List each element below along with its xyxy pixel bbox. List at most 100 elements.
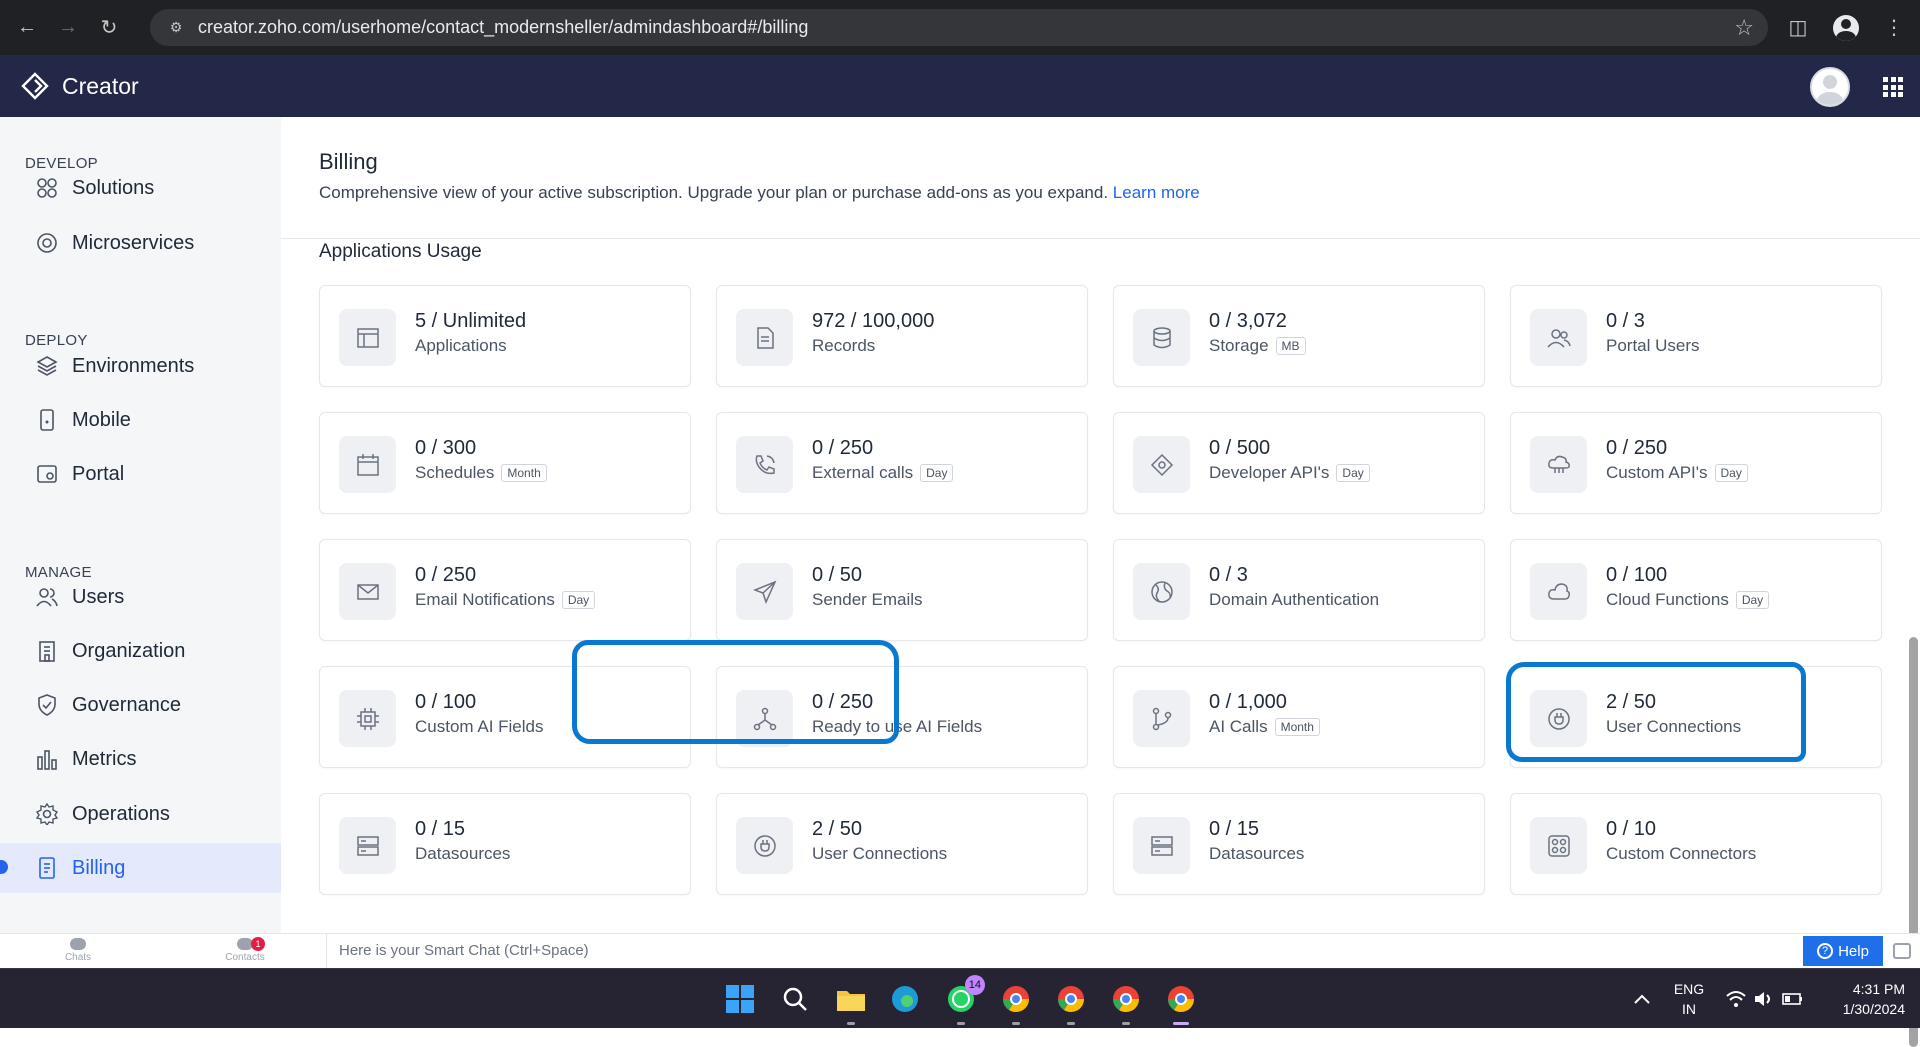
usage-label: External calls [812, 463, 914, 482]
language-indicator[interactable]: ENG IN [1672, 979, 1706, 1019]
billing-icon [36, 857, 58, 879]
usage-label: Storage [1209, 336, 1269, 355]
usage-value: 0 / 3 [1606, 310, 1645, 332]
usage-value: 0 / 100 [415, 691, 477, 713]
usage-label: Records [812, 336, 876, 355]
usage-value: 0 / 250 [812, 437, 874, 459]
section-title: Applications Usage [319, 241, 482, 262]
learn-more-link[interactable]: Learn more [1113, 183, 1200, 202]
portal-icon [36, 463, 58, 485]
usage-card-custom-api-s: 0 / 250 Custom API's Day [1510, 412, 1882, 514]
smart-chat-input[interactable]: Here is your Smart Chat (Ctrl+Space) [326, 934, 1802, 968]
creator-logo[interactable]: Creator [20, 71, 139, 101]
period-tag: MB [1275, 337, 1306, 355]
url-text[interactable]: creator.zoho.com/userhome/contact_modern… [198, 17, 808, 38]
usage-label: Portal Users [1606, 336, 1700, 355]
sidebar-item-users[interactable]: Users [0, 572, 281, 622]
notes-icon[interactable] [1893, 943, 1911, 959]
solutions-icon [36, 177, 58, 199]
edge-icon[interactable] [887, 981, 923, 1017]
battery-icon[interactable] [1775, 981, 1811, 1017]
sidebar-item-environments[interactable]: Environments [0, 341, 281, 391]
usage-label: Developer API's [1209, 463, 1330, 482]
sidebar-item-portal[interactable]: Portal [0, 449, 281, 499]
chrome-icon[interactable] [1163, 981, 1199, 1025]
page-title: Billing [319, 149, 378, 174]
sidebar-item-label: Environments [72, 354, 195, 377]
bookmark-star-icon[interactable]: ☆ [1734, 15, 1754, 41]
sidebar-item-billing[interactable]: Billing [0, 843, 281, 893]
organization-icon [36, 640, 58, 662]
address-bar[interactable]: ⚙ creator.zoho.com/userhome/contact_mode… [150, 9, 1768, 46]
usage-label-row: Custom Connectors [1606, 844, 1756, 864]
whatsapp-icon[interactable]: 14 [943, 975, 985, 1025]
usage-value: 0 / 15 [1209, 818, 1260, 840]
sidebar-item-metrics[interactable]: Metrics [0, 734, 281, 784]
mail-icon [339, 563, 396, 620]
connectors-icon [1530, 817, 1587, 874]
usage-label: Applications [415, 336, 507, 355]
usage-value: 0 / 500 [1209, 437, 1271, 459]
site-info-icon[interactable]: ⚙ [166, 18, 186, 38]
sidebar-item-label: Operations [72, 802, 170, 825]
period-tag: Day [1336, 464, 1370, 482]
chrome-icon[interactable] [1053, 981, 1089, 1025]
sidebar-item-governance[interactable]: Governance [0, 680, 281, 730]
usage-label-row: AI Calls Month [1209, 717, 1320, 737]
app-header: Creator [0, 55, 1920, 117]
period-tag: Day [561, 591, 596, 609]
system-clock[interactable]: 4:31 PM 1/30/2024 [1825, 979, 1905, 1019]
user-avatar[interactable] [1810, 67, 1850, 107]
usage-value: 2 / 50 [812, 818, 863, 840]
usage-value: 5 / Unlimited [415, 310, 527, 332]
file-explorer-icon[interactable] [833, 981, 869, 1025]
period-tag: Month [501, 464, 547, 482]
chrome-icon[interactable] [998, 981, 1034, 1025]
sidebar-item-operations[interactable]: Operations [0, 789, 281, 839]
sidebar-item-organization[interactable]: Organization [0, 626, 281, 676]
usage-label: Email Notifications [415, 590, 555, 609]
usage-value: 0 / 250 [415, 564, 477, 586]
period-tag: Day [1714, 464, 1748, 482]
back-icon[interactable]: ← [13, 14, 41, 42]
reload-icon[interactable]: ↻ [95, 14, 123, 42]
sidebar-item-microservices[interactable]: Microservices [0, 218, 281, 268]
contacts-badge: 1 [251, 937, 265, 951]
governance-icon [36, 694, 58, 716]
chrome-icon[interactable] [1108, 981, 1144, 1025]
app-switcher-icon[interactable] [1883, 77, 1903, 97]
usage-label: Cloud Functions [1606, 590, 1729, 609]
usage-card-datasources: 0 / 15 Datasources [1113, 793, 1485, 895]
forward-icon[interactable]: → [54, 14, 82, 42]
storage-icon [1133, 309, 1190, 366]
sidebar-item-solutions[interactable]: Solutions [0, 163, 281, 213]
profile-icon[interactable] [1832, 14, 1860, 42]
search-icon[interactable] [777, 981, 813, 1017]
usage-card-ai-calls: 0 / 1,000 AI Calls Month [1113, 666, 1485, 768]
usage-card-domain-authentication: 0 / 3 Domain Authentication [1113, 539, 1485, 641]
divider [281, 238, 1920, 239]
contacts-label: Contacts [225, 952, 265, 963]
sidebar-item-mobile[interactable]: Mobile [0, 395, 281, 445]
help-icon: ? [1817, 943, 1834, 959]
usage-label-row: Cloud Functions Day [1606, 590, 1770, 610]
sidebar-item-label: Organization [72, 639, 186, 662]
chats-icon [70, 938, 86, 950]
chats-tab[interactable]: Chats [48, 938, 108, 963]
chrome-menu-icon[interactable]: ⋮ [1880, 14, 1908, 42]
help-button[interactable]: ? Help [1803, 936, 1883, 966]
contacts-tab[interactable]: 1 Contacts [215, 937, 275, 963]
usage-label-row: Custom API's Day [1606, 463, 1748, 483]
usage-label-row: Portal Users [1606, 336, 1700, 356]
mobile-icon [36, 409, 58, 431]
page-description: Comprehensive view of your active subscr… [319, 183, 1200, 203]
usage-card-datasources: 0 / 15 Datasources [319, 793, 691, 895]
usage-card-schedules: 0 / 300 Schedules Month [319, 412, 691, 514]
usage-value: 0 / 10 [1606, 818, 1657, 840]
usage-value: 0 / 3,072 [1209, 310, 1287, 332]
side-panel-icon[interactable]: ◫ [1784, 14, 1812, 42]
usage-label-row: Schedules Month [415, 463, 547, 483]
start-icon[interactable] [722, 981, 758, 1017]
show-hidden-icons-icon[interactable] [1624, 981, 1660, 1017]
usage-label-row: User Connections [812, 844, 947, 864]
